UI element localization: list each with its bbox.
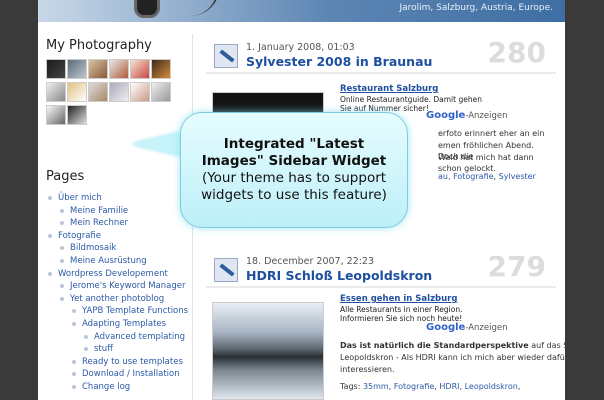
thumbnail-image[interactable] (130, 59, 150, 79)
post-number: 280 (487, 36, 546, 69)
post-text-bold: Das ist natürlich die Standardperspektiv… (340, 341, 529, 350)
tag-link[interactable]: Sylvester (499, 172, 536, 181)
google-suffix: -Anzeigen (465, 111, 508, 121)
camera-logo-icon (134, 0, 160, 18)
nav-item[interactable]: Bildmosaik (46, 242, 188, 255)
thumbnail-image[interactable] (151, 59, 171, 79)
thumbnail-image[interactable] (109, 82, 129, 102)
google-ads-label: Google-Anzeigen (426, 110, 507, 121)
post-tags: Tags: 35mm, Fotografie, HDRI, Leopoldskr… (340, 382, 521, 391)
nav-item[interactable]: Adapting Templates (46, 318, 188, 331)
google-brand: Google (426, 322, 466, 333)
nav-item[interactable]: Wordpress Developement (46, 268, 188, 281)
header-decoration (188, 0, 220, 16)
thumbnail-image[interactable] (88, 59, 108, 79)
post-text: Leopoldskron - Als HDRI kann ich mich ab… (340, 353, 565, 362)
callout-pointer (132, 132, 182, 156)
post-pin-icon (214, 258, 238, 282)
tags-label: Tags: (340, 382, 361, 391)
nav-item[interactable]: Meine Ausrüstung (46, 255, 188, 268)
sidebar: My Photography Pages Über mich Meine Fam… (46, 38, 188, 394)
thumbnail-image[interactable] (67, 105, 87, 125)
nav-item[interactable]: Fotografie (46, 230, 188, 243)
post-279: 18. December 2007, 22:23 HDRI Schloß Leo… (206, 250, 565, 400)
ad-line: Alle Restaurants in einer Region. (340, 305, 463, 314)
nav-item[interactable]: Change log (46, 381, 188, 394)
thumbnail-image[interactable] (109, 59, 129, 79)
callout-bold: Integrated "Latest Images" Sidebar Widge… (201, 136, 387, 169)
thumbnail-image[interactable] (67, 59, 87, 79)
post-title[interactable]: Sylvester 2008 in Braunau (246, 54, 432, 69)
tag-link[interactable]: Leopoldskron (465, 382, 518, 391)
thumbnail-image[interactable] (67, 82, 87, 102)
tag-link[interactable]: HDRI (439, 382, 459, 391)
tag-link[interactable]: au, (438, 172, 451, 181)
post-photo-hdri[interactable] (212, 302, 324, 400)
photography-heading: My Photography (46, 38, 152, 53)
post-text-rest: auf das Schloß (531, 341, 565, 350)
nav-item[interactable]: YAPB Template Functions (46, 305, 188, 318)
thumbnail-image[interactable] (130, 82, 150, 102)
nav-item[interactable]: Ready to use templates (46, 356, 188, 369)
pages-nav: Über mich Meine Familie Mein Rechner Fot… (46, 192, 188, 394)
thumbnail-image[interactable] (46, 105, 66, 125)
nav-item[interactable]: Über mich (46, 192, 188, 205)
callout-text: Integrated "Latest Images" Sidebar Widge… (191, 136, 397, 204)
thumbnail-image[interactable] (151, 82, 171, 102)
google-brand: Google (426, 110, 466, 121)
ad-link[interactable]: Restaurant Salzburg (340, 84, 438, 94)
ad-link[interactable]: Essen gehen in Salzburg (340, 294, 457, 304)
pages-heading: Pages (46, 169, 85, 184)
tag-link[interactable]: 35mm (363, 382, 389, 391)
site-tagline: Jarolim, Salzburg, Austria, Europe. (399, 3, 553, 13)
post-date: 1. January 2008, 01:03 (246, 42, 355, 53)
post-separator (206, 286, 556, 288)
tag-link[interactable]: Fotografie (453, 172, 493, 181)
thumbnail-image[interactable] (46, 59, 66, 79)
nav-item[interactable]: Download / Installation (46, 368, 188, 381)
nav-item[interactable]: stuff (46, 343, 188, 356)
ad-line: Online Restaurantguide. Damit gehen (340, 95, 482, 104)
thumbnail-image[interactable] (46, 82, 66, 102)
post-title[interactable]: HDRI Schloß Leopoldskron (246, 268, 432, 283)
nav-item[interactable]: Jerome's Keyword Manager (46, 280, 188, 293)
post-separator (206, 72, 556, 74)
nav-item[interactable]: Mein Rechner (46, 217, 188, 230)
nav-item[interactable]: Yet another photoblog (46, 293, 188, 306)
nav-item[interactable]: Advanced templating (46, 331, 188, 344)
thumbnail-image[interactable] (88, 82, 108, 102)
google-suffix: -Anzeigen (465, 323, 508, 333)
google-ads-label: Google-Anzeigen (426, 322, 507, 333)
post-text: Das ist natürlich die Standardperspektiv… (340, 340, 565, 351)
post-tags: au, Fotografie, Sylvester (438, 172, 536, 181)
post-number: 279 (487, 250, 546, 283)
post-text: interessieren. (340, 365, 395, 374)
nav-item[interactable]: Meine Familie (46, 205, 188, 218)
post-date: 18. December 2007, 22:23 (246, 256, 375, 267)
tag-link[interactable]: Fotografie (394, 382, 434, 391)
post-text: Wald hat mich hat dann schon gelockt. (438, 153, 534, 173)
post-text: erfoto erinnert eher an ein (438, 129, 545, 138)
latest-images-widget (46, 59, 188, 125)
feature-callout: Integrated "Latest Images" Sidebar Widge… (180, 112, 408, 228)
site-header: Jarolim, Salzburg, Austria, Europe. (38, 0, 565, 22)
post-pin-icon (214, 44, 238, 68)
callout-normal: (Your theme has to support widgets to us… (201, 170, 387, 203)
